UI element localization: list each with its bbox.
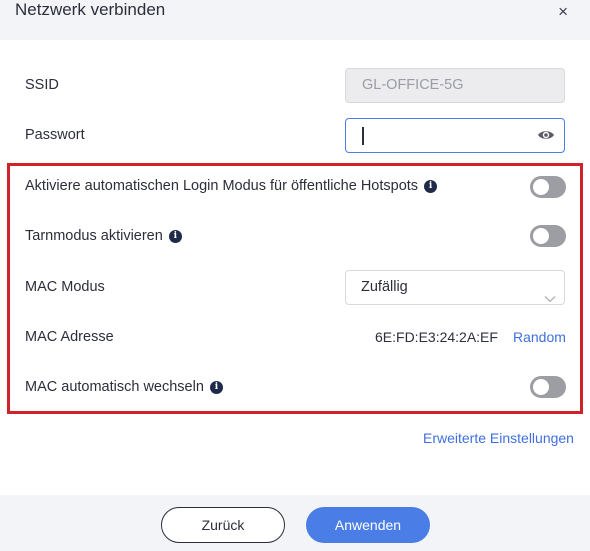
apply-button[interactable]: Anwenden xyxy=(306,507,430,543)
password-field[interactable] xyxy=(345,118,565,153)
text-caret xyxy=(362,127,364,145)
highlight-frame xyxy=(7,163,583,414)
connect-network-dialog: Netzwerk verbinden × SSID GL-OFFICE-5G P… xyxy=(0,0,590,551)
eye-icon[interactable] xyxy=(537,128,555,147)
dialog-footer xyxy=(0,495,590,551)
ssid-label: SSID xyxy=(25,77,59,93)
password-label: Passwort xyxy=(25,127,85,143)
dialog-title: Netzwerk verbinden xyxy=(15,0,166,19)
back-button[interactable]: Zurück xyxy=(161,507,285,543)
advanced-settings-link[interactable]: Erweiterte Einstellungen xyxy=(423,430,574,446)
dialog-header: Netzwerk verbinden × xyxy=(0,0,590,40)
close-icon[interactable]: × xyxy=(558,2,568,22)
ssid-field[interactable]: GL-OFFICE-5G xyxy=(345,68,565,103)
